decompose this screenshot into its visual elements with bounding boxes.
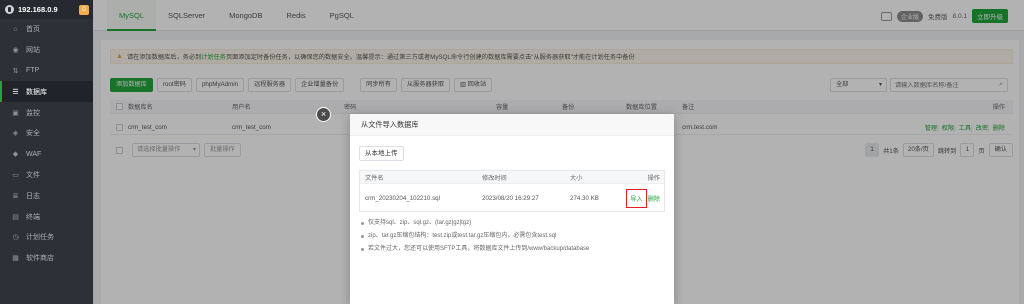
local-upload-button[interactable]: 从本地上传 — [359, 146, 404, 161]
monitor-icon: ▣ — [12, 109, 19, 117]
sidebar-item-label: 文件 — [26, 171, 40, 179]
sidebar-item-label: 终端 — [26, 213, 40, 221]
log-icon: ≣ — [12, 192, 19, 200]
sidebar-item-6[interactable]: ◆ WAF — [0, 144, 93, 165]
sidebar-item-label: 日志 — [26, 192, 40, 200]
sidebar-item-label: 软件商店 — [26, 255, 54, 263]
file-size: 274.30 KB — [570, 194, 599, 202]
sidebar-item-5[interactable]: ◈ 安全 — [0, 123, 93, 144]
sidebar-item-3[interactable]: ☰ 数据库 — [0, 81, 93, 103]
col-file-action: 操作 — [647, 174, 660, 182]
sidebar-item-label: 首页 — [26, 26, 40, 34]
sidebar-item-4[interactable]: ▣ 监控 — [0, 102, 93, 123]
sidebar-item-7[interactable]: ▭ 文件 — [0, 165, 93, 186]
file-row: crm_20230204_102210.sql 2023/08/20 16:29… — [360, 184, 664, 212]
sidebar-item-label: FTP — [26, 67, 40, 75]
home-icon: ⌂ — [13, 25, 18, 33]
sidebar-item-8[interactable]: ≣ 日志 — [0, 185, 93, 206]
sidebar-item-label: 监控 — [26, 109, 40, 117]
server-logo-icon — [5, 5, 14, 14]
schedule-icon: ◷ — [12, 234, 19, 242]
import-button[interactable]: 导入 — [626, 188, 647, 208]
sidebar-item-1[interactable]: ◉ 网站 — [0, 40, 93, 61]
file-mtime: 2023/08/20 16:29:27 — [482, 194, 539, 202]
folder-icon: ▭ — [12, 171, 19, 179]
import-database-modal: 从文件导入数据库 从本地上传 文件名 修改时间 大小 操作 crm_202302… — [350, 114, 674, 304]
sidebar-item-10[interactable]: ◷ 计划任务 — [0, 227, 93, 248]
note-item: 仅支持sql、zip、sql.gz、(tar.gz|gz|tgz) — [360, 217, 664, 230]
sidebar-header: 192.168.0.9 0 — [0, 0, 93, 19]
note-item: zip、tar.gz压缩包结构：test.zip或test.tar.gz压缩包内… — [360, 230, 664, 243]
notification-badge[interactable]: 0 — [79, 4, 89, 15]
shield-icon: ◈ — [12, 130, 19, 138]
sidebar-item-label: WAF — [26, 150, 42, 158]
col-size: 大小 — [570, 174, 583, 182]
sidebar-item-label: 安全 — [26, 130, 40, 138]
server-ip: 192.168.0.9 — [18, 5, 58, 14]
waf-icon: ◆ — [12, 151, 19, 159]
import-notes: 仅支持sql、zip、sql.gz、(tar.gz|gz|tgz) zip、ta… — [360, 217, 664, 256]
col-mtime: 修改时间 — [482, 174, 507, 182]
sidebar-item-label: 数据库 — [26, 88, 47, 96]
sidebar: 192.168.0.9 0 ⌂ 首页 ◉ 网站 ⇅ FTP ☰ 数据库 ▣ 监控 ◈ 安全 ◆ WAF ▭ 文… — [0, 0, 93, 304]
terminal-icon: ▤ — [12, 213, 19, 221]
delete-file-link[interactable]: 删除 — [648, 196, 660, 203]
col-file-name: 文件名 — [365, 174, 384, 182]
note-item: 若文件过大，您还可以使用SFTP工具，将数据库文件上传到/www/backup/… — [360, 243, 664, 256]
file-table: 文件名 修改时间 大小 操作 crm_20230204_102210.sql 2… — [359, 170, 665, 212]
sidebar-item-11[interactable]: ▦ 软件商店 — [0, 248, 93, 269]
sidebar-item-2[interactable]: ⇅ FTP — [0, 61, 93, 82]
sidebar-item-0[interactable]: ⌂ 首页 — [0, 19, 93, 40]
ftp-icon: ⇅ — [12, 67, 19, 75]
database-icon: ☰ — [12, 88, 19, 96]
sidebar-item-label: 计划任务 — [26, 234, 54, 242]
sidebar-item-9[interactable]: ▤ 终端 — [0, 206, 93, 227]
close-icon[interactable]: × — [316, 107, 331, 122]
modal-title: 从文件导入数据库 — [350, 114, 674, 136]
sidebar-item-label: 网站 — [26, 47, 40, 55]
file-table-header: 文件名 修改时间 大小 操作 — [360, 171, 664, 184]
globe-icon: ◉ — [12, 47, 19, 55]
file-name: crm_20230204_102210.sql — [365, 194, 440, 202]
store-icon: ▦ — [12, 255, 19, 263]
